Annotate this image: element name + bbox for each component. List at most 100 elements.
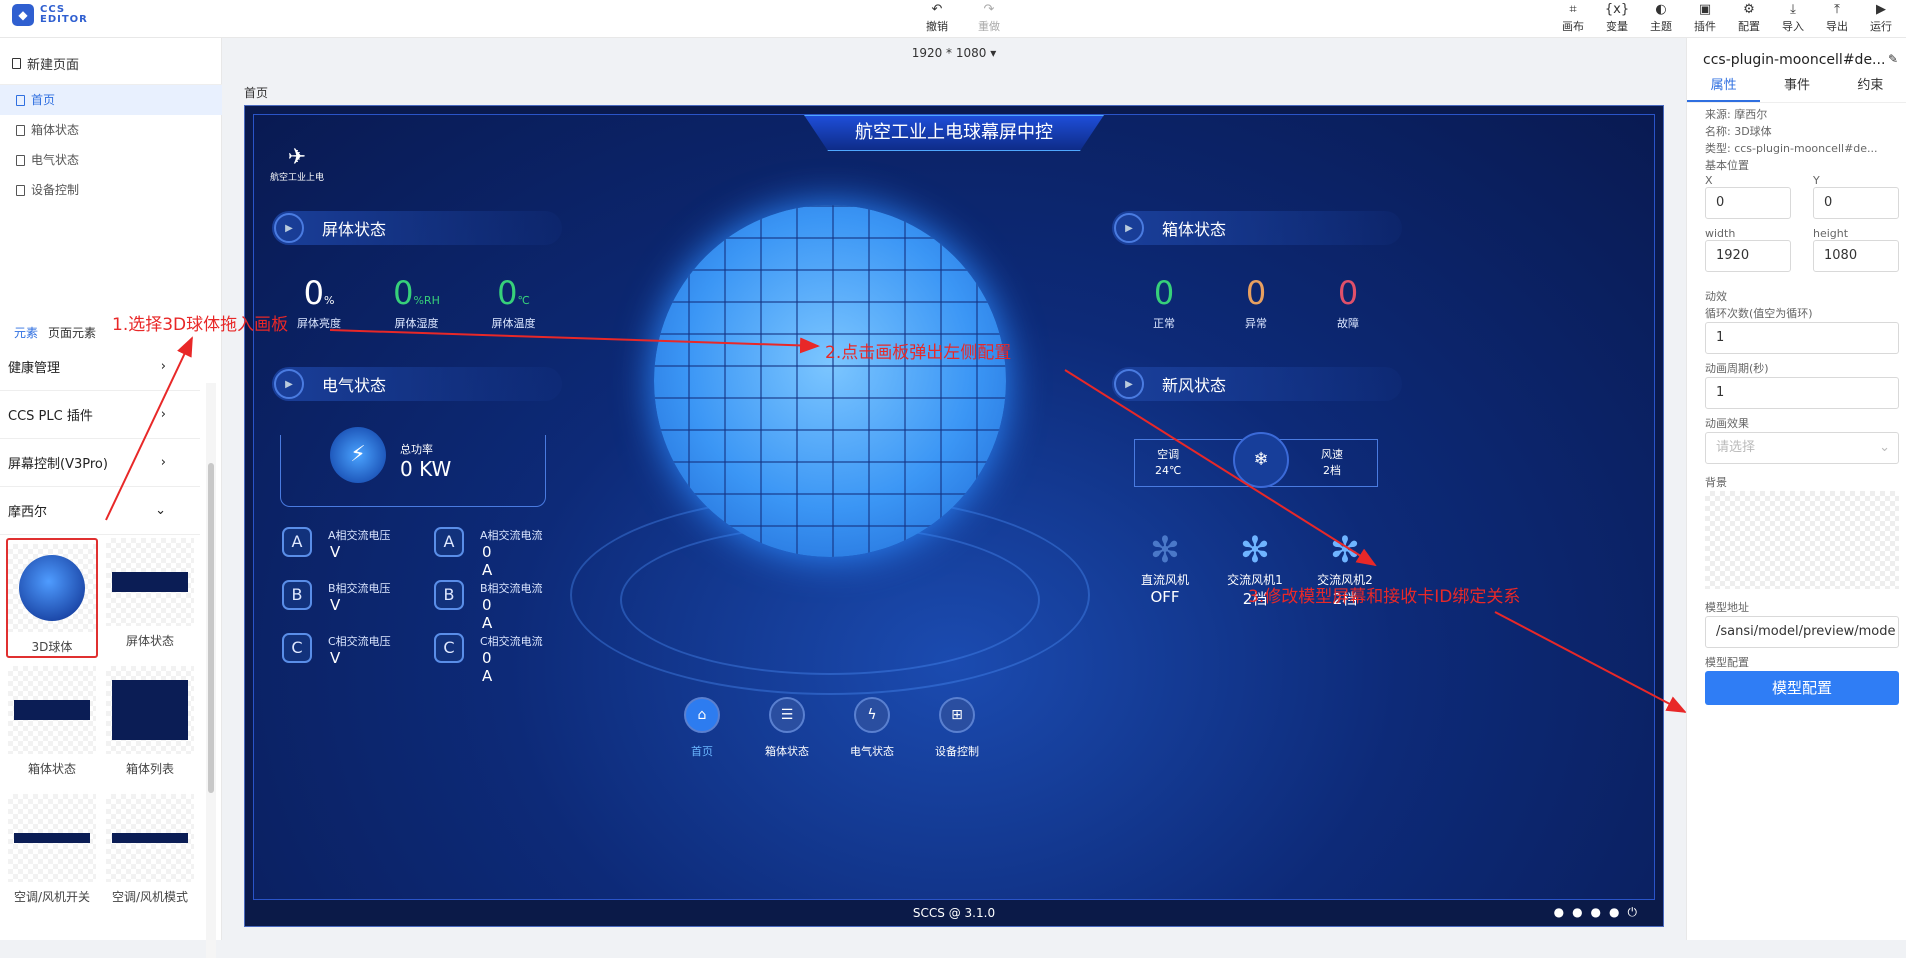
metric-humidity: 0%RH 屏体湿度: [393, 274, 440, 330]
run-button[interactable]: ▶ 运行: [1864, 2, 1898, 34]
component-grid: 3D球体 屏体状态 箱体状态 箱体列表 空调/风机开关 空调/风机模式: [6, 538, 196, 914]
page-icon: [16, 184, 25, 196]
tab-page-elements[interactable]: 页面元素: [48, 324, 96, 341]
switch-thumbnail-icon: [14, 833, 90, 843]
left-panel: 新建页面 首页 箱体状态 电气状态 设备控制 元素 页面元素 健康管理 › CCS…: [0, 38, 222, 958]
gear-icon: ⚙: [1743, 2, 1755, 17]
theme-button[interactable]: ◐ 主题: [1644, 2, 1678, 34]
metric-temperature: 0℃ 屏体温度: [491, 274, 536, 330]
section-fresh-air: ▶ 新风状态: [1112, 367, 1402, 401]
nav-electric-status[interactable]: ϟ 电气状态: [837, 697, 907, 759]
canvas-button[interactable]: ⌗ 画布: [1556, 2, 1590, 34]
category-health[interactable]: 健康管理 ›: [0, 343, 200, 391]
config-button[interactable]: ⚙ 配置: [1732, 2, 1766, 34]
component-box-list[interactable]: 箱体列表: [104, 666, 196, 786]
nav-box-status[interactable]: ☰ 箱体状态: [752, 697, 822, 759]
sliders-icon: ⊞: [939, 697, 975, 733]
mode-thumbnail-icon: [112, 833, 188, 843]
box-normal: 0 正常: [1153, 274, 1175, 330]
sphere-thumbnail-icon: [19, 555, 85, 621]
y-input[interactable]: 0: [1813, 187, 1899, 219]
page-item-home[interactable]: 首页: [0, 85, 222, 115]
element-tabs: 元素 页面元素: [14, 324, 96, 341]
variable-icon: {x}: [1604, 2, 1630, 17]
background-picker[interactable]: [1705, 491, 1899, 589]
screen-title: 航空工业上电球幕屏中控: [804, 115, 1104, 151]
category-list: 健康管理 › CCS PLC 插件 › 屏幕控制(V3Pro) › 摩西尔 ⌄: [0, 343, 200, 535]
tab-elements[interactable]: 元素: [14, 324, 38, 341]
palette-icon: ◐: [1655, 2, 1667, 17]
play-icon: ▶: [1876, 2, 1886, 17]
export-button[interactable]: ⤒ 导出: [1820, 2, 1854, 34]
component-ac-fan-mode[interactable]: 空调/风机模式: [104, 794, 196, 914]
undo-icon: ↶: [931, 2, 943, 17]
import-button[interactable]: ⤓ 导入: [1776, 2, 1810, 34]
tab-constraints[interactable]: 约束: [1834, 70, 1906, 102]
component-scrollbar[interactable]: [206, 383, 216, 958]
category-plc[interactable]: CCS PLC 插件 ›: [0, 391, 200, 439]
width-input[interactable]: 1920: [1705, 240, 1791, 272]
x-input[interactable]: 0: [1705, 187, 1791, 219]
nav-device-control[interactable]: ⊞ 设备控制: [922, 697, 992, 759]
fan-icon: ✻: [1149, 530, 1181, 571]
caret-down-icon: ▾: [990, 46, 997, 60]
3d-sphere[interactable]: [654, 205, 1006, 557]
bolt-icon: ϟ: [854, 697, 890, 733]
nav-home[interactable]: ⌂ 首页: [667, 697, 737, 759]
power-icon[interactable]: ⏻: [1628, 905, 1646, 919]
redo-button[interactable]: ↷ 重做: [972, 2, 1006, 34]
anim-period-input[interactable]: 1: [1705, 377, 1899, 409]
box-fault: 0 故障: [1337, 274, 1359, 330]
top-toolbar: ◆ CCS EDITOR ↶ 撤销 ↷ 重做 ⌗ 画布 {x} 变量 ◐ 主题 ▣ 插件 ⚙…: [0, 0, 1906, 38]
screen-preview: 航空工业上电球幕屏中控 ✈ 航空工业上电 ▶ 屏体状态 0% 屏体亮度 0%RH 屏体湿…: [253, 114, 1655, 900]
component-screen-status[interactable]: 屏体状态: [104, 538, 196, 658]
page-dots[interactable]: ●●●●⏻: [1554, 905, 1645, 920]
list-icon: ☰: [769, 697, 805, 733]
design-canvas[interactable]: 航空工业上电球幕屏中控 ✈ 航空工业上电 ▶ 屏体状态 0% 屏体亮度 0%RH 屏体湿…: [244, 105, 1664, 927]
resolution-select[interactable]: 1920 * 1080 ▾: [222, 46, 1686, 60]
canvas-footer: SCCS @ 3.1.0: [245, 900, 1663, 926]
play-icon: ▶: [274, 369, 304, 399]
component-ac-fan-switch[interactable]: 空调/风机开关: [6, 794, 98, 914]
page-item-electric-status[interactable]: 电气状态: [0, 145, 222, 175]
canvas-icon: ⌗: [1569, 2, 1577, 17]
plugin-button[interactable]: ▣ 插件: [1688, 2, 1722, 34]
height-input[interactable]: 1080: [1813, 240, 1899, 272]
page-icon: [16, 154, 25, 166]
box-abnormal: 0 异常: [1245, 274, 1267, 330]
variable-button[interactable]: {x} 变量: [1600, 2, 1634, 34]
component-3d-sphere[interactable]: 3D球体: [6, 538, 98, 658]
section-screen-status: ▶ 屏体状态: [272, 211, 562, 245]
loop-count-input[interactable]: 1: [1705, 322, 1899, 354]
undo-button[interactable]: ↶ 撤销: [920, 2, 954, 34]
box-thumbnail-icon: [14, 700, 90, 720]
redo-icon: ↷: [983, 2, 995, 17]
anim-effect-select[interactable]: 请选择 ⌄: [1705, 432, 1899, 464]
model-url-input[interactable]: /sansi/model/preview/mode: [1705, 616, 1899, 648]
plugin-icon: ▣: [1698, 2, 1712, 17]
component-box-status[interactable]: 箱体状态: [6, 666, 98, 786]
tab-events[interactable]: 事件: [1760, 70, 1833, 102]
play-icon: ▶: [1114, 213, 1144, 243]
new-page-button[interactable]: 新建页面: [12, 54, 79, 73]
breadcrumb: 首页: [244, 86, 269, 100]
category-screen-control[interactable]: 屏幕控制(V3Pro) ›: [0, 439, 200, 487]
annotation-step-3: 3.修改模型屏幕和接收卡ID绑定关系: [1248, 587, 1521, 607]
power-shield-icon: ⚡: [330, 427, 386, 483]
page-icon: [16, 94, 25, 106]
model-config-button[interactable]: 模型配置: [1705, 671, 1899, 705]
edit-icon[interactable]: ✎: [1888, 52, 1898, 66]
category-moxier[interactable]: 摩西尔 ⌄: [0, 487, 200, 535]
tab-properties[interactable]: 属性: [1687, 70, 1761, 102]
annotation-step-1: 1.选择3D球体拖入画板: [112, 315, 289, 335]
fan-icon: ✻: [1329, 530, 1361, 571]
brand-logo: ✈ 航空工业上电: [270, 145, 325, 183]
list-thumbnail-icon: [112, 680, 188, 740]
page-list: 首页 箱体状态 电气状态 设备控制: [0, 84, 222, 205]
chevron-down-icon: ⌄: [1879, 440, 1890, 455]
play-icon: ▶: [274, 213, 304, 243]
chevron-right-icon: ›: [160, 455, 166, 470]
page-item-device-control[interactable]: 设备控制: [0, 175, 222, 205]
chevron-right-icon: ›: [160, 407, 166, 422]
page-item-box-status[interactable]: 箱体状态: [0, 115, 222, 145]
